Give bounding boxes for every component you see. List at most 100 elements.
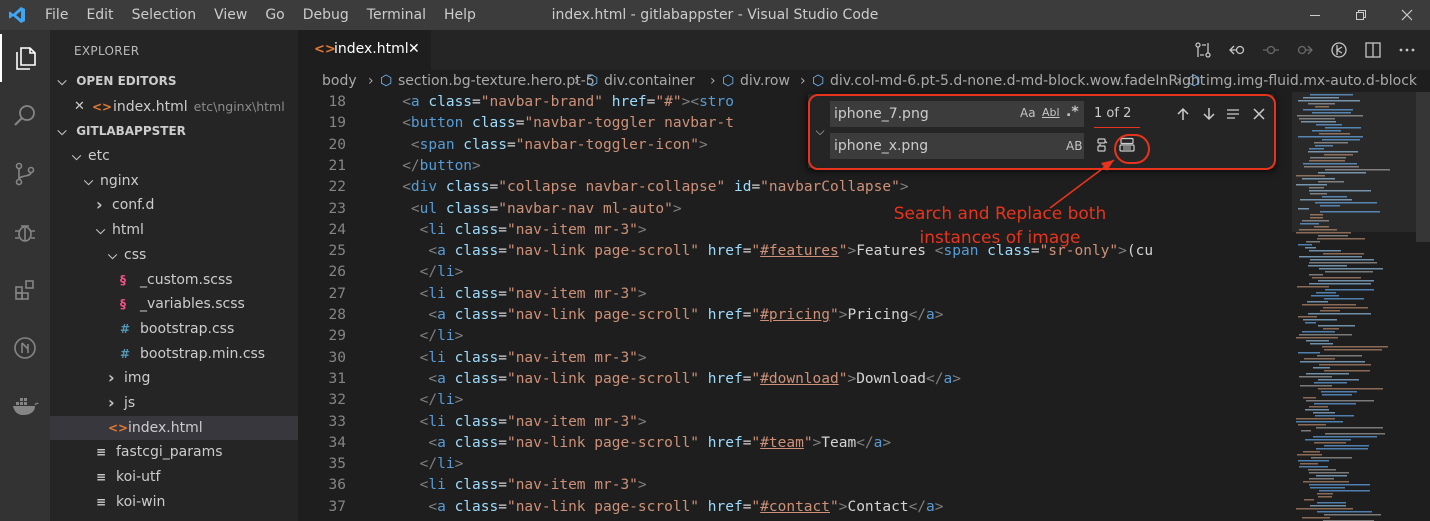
code-line[interactable]: 29 </li> (298, 326, 1292, 347)
source-control-activity-button[interactable] (0, 150, 50, 198)
next-match-button[interactable] (1198, 103, 1220, 125)
open-editors-header[interactable]: ⌵ OPEN EDITORS (50, 70, 298, 92)
split-editor-button[interactable] (1356, 30, 1390, 70)
code-line[interactable]: 26 </li> (298, 262, 1292, 283)
project-header[interactable]: ⌵ GITLABAPPSTER (50, 120, 298, 142)
text-file-icon: ≡ (96, 494, 107, 509)
previous-match-button[interactable] (1172, 103, 1194, 125)
code-line[interactable]: 28 <a class="nav-link page-scroll" href="… (298, 305, 1292, 326)
docker-activity-button[interactable] (0, 382, 50, 430)
code-text: </li> (419, 328, 464, 345)
search-activity-button[interactable] (0, 92, 50, 140)
minimap-line (1296, 232, 1351, 234)
menu-help[interactable]: Help (435, 0, 485, 30)
code-line[interactable]: 25 <a class="nav-link page-scroll" href="… (298, 241, 1292, 262)
breadcrumb-item[interactable]: div.col-md-6.pt-5.d-none.d-md-block.wow.… (830, 70, 1205, 92)
source-control-icon (15, 162, 35, 186)
tree-item-html[interactable]: ⌵ html (50, 218, 298, 242)
preserve-case-toggle[interactable]: AB (1066, 139, 1082, 153)
breadcrumb-item[interactable]: div.container (604, 70, 695, 92)
remote-activity-button[interactable] (0, 324, 50, 372)
explorer-activity-button[interactable] (0, 34, 50, 82)
code-line[interactable]: 37 <a class="nav-link page-scroll" href="… (298, 497, 1292, 518)
menu-terminal[interactable]: Terminal (358, 0, 435, 30)
code-line[interactable]: 34 <a class="nav-link page-scroll" href="… (298, 433, 1292, 454)
close-window-button[interactable] (1384, 0, 1430, 30)
next-change-button[interactable] (1288, 30, 1322, 70)
menu-edit[interactable]: Edit (77, 0, 122, 30)
extensions-activity-button[interactable] (0, 266, 50, 314)
toggle-replace-button[interactable]: ⌵ (812, 116, 828, 146)
more-actions-button[interactable] (1390, 30, 1424, 70)
replace-input[interactable] (830, 133, 1084, 159)
code-line[interactable]: 32 </li> (298, 390, 1292, 411)
open-changes-button[interactable] (1186, 30, 1220, 70)
replace-button[interactable] (1091, 134, 1113, 156)
previous-change-button[interactable] (1254, 30, 1288, 70)
chevron-right-icon: › (1176, 73, 1182, 89)
vertical-scrollbar[interactable] (1416, 92, 1430, 521)
menu-file[interactable]: File (36, 0, 77, 30)
minimap-line (1306, 400, 1374, 402)
use-regex-toggle[interactable]: .* (1066, 104, 1079, 120)
breadcrumb-item[interactable]: section.bg-texture.hero.pt-5 (398, 70, 595, 92)
code-line[interactable]: 24 <li class="nav-item mr-3"> (298, 220, 1292, 241)
minimap[interactable] (1292, 92, 1416, 521)
code-line[interactable]: 30 <li class="nav-item mr-3"> (298, 348, 1292, 369)
close-find-button[interactable] (1248, 103, 1270, 125)
open-editor-item[interactable]: ✕ <> index.html etc\nginx\html (50, 95, 298, 119)
code-line[interactable]: 22 <div class="collapse navbar-collapse" … (298, 177, 1292, 198)
tree-item-img[interactable]: › img (50, 366, 298, 390)
minimap-line (1296, 337, 1338, 339)
tree-item-nginx[interactable]: ⌵ nginx (50, 169, 298, 193)
code-line[interactable]: 35 </li> (298, 454, 1292, 475)
menu-selection[interactable]: Selection (123, 0, 206, 30)
restore-button[interactable] (1338, 0, 1384, 30)
code-line[interactable]: 33 <li class="nav-item mr-3"> (298, 412, 1292, 433)
close-editor-icon[interactable]: ✕ (74, 95, 85, 119)
tree-item-label: html (112, 222, 144, 239)
menu-debug[interactable]: Debug (294, 0, 358, 30)
breadcrumb-item[interactable]: div.row (740, 70, 790, 92)
replace-all-button[interactable] (1116, 134, 1138, 156)
code-line[interactable]: 36 <li class="nav-item mr-3"> (298, 475, 1292, 496)
tab-index-html[interactable]: <> index.html ✕ (298, 30, 431, 70)
tree-item--variables-scss[interactable]: § _variables.scss (50, 292, 298, 316)
minimap-line (1317, 511, 1372, 513)
tree-item-koi-utf[interactable]: ≡ koi-utf (50, 465, 298, 489)
close-icon (1401, 9, 1413, 21)
match-whole-word-toggle[interactable]: Abl (1042, 106, 1060, 119)
tree-item-conf-d[interactable]: › conf.d (50, 193, 298, 217)
element-icon: ⬡ (586, 73, 599, 89)
tree-item--custom-scss[interactable]: § _custom.scss (50, 268, 298, 292)
find-in-selection-button[interactable] (1222, 103, 1244, 125)
breadcrumb-item[interactable]: body (322, 70, 357, 92)
tree-item-bootstrap-min-css[interactable]: # bootstrap.min.css (50, 342, 298, 366)
go-back-button[interactable] (1220, 30, 1254, 70)
breadcrumb-item[interactable]: img.img-fluid.mx-auto.d-block (1206, 70, 1417, 92)
tree-item-css[interactable]: ⌵ css (50, 243, 298, 267)
menu-view[interactable]: View (205, 0, 256, 30)
find-replace-widget: ⌵ Aa Abl .* 1 of 2 AB (808, 94, 1274, 168)
menu-go[interactable]: Go (256, 0, 293, 30)
minimize-button[interactable] (1292, 0, 1338, 30)
debug-activity-button[interactable] (0, 208, 50, 256)
chevron-down-icon: ⌵ (96, 223, 106, 238)
code-line[interactable]: 27 <li class="nav-item mr-3"> (298, 284, 1292, 305)
minimap-line (1299, 466, 1328, 468)
gitlens-button[interactable] (1322, 30, 1356, 70)
tree-item-koi-win[interactable]: ≡ koi-win (50, 490, 298, 514)
scrollbar-thumb[interactable] (1416, 92, 1430, 242)
minimap-line (1325, 289, 1374, 291)
line-number: 22 (328, 179, 346, 196)
tree-item-fastcgi-params[interactable]: ≡ fastcgi_params (50, 440, 298, 464)
line-number: 18 (328, 94, 346, 110)
close-tab-icon[interactable]: ✕ (408, 41, 420, 57)
match-case-toggle[interactable]: Aa (1020, 106, 1036, 120)
code-line[interactable]: 31 <a class="nav-link page-scroll" href="… (298, 369, 1292, 390)
tree-item-index-html[interactable]: <> index.html (50, 415, 298, 440)
tree-item-bootstrap-css[interactable]: # bootstrap.css (50, 317, 298, 341)
tree-item-js[interactable]: › js (50, 391, 298, 415)
tree-item-etc[interactable]: ⌵ etc (50, 144, 298, 168)
code-line[interactable]: 23 <ul class="navbar-nav ml-auto"> (298, 199, 1292, 220)
